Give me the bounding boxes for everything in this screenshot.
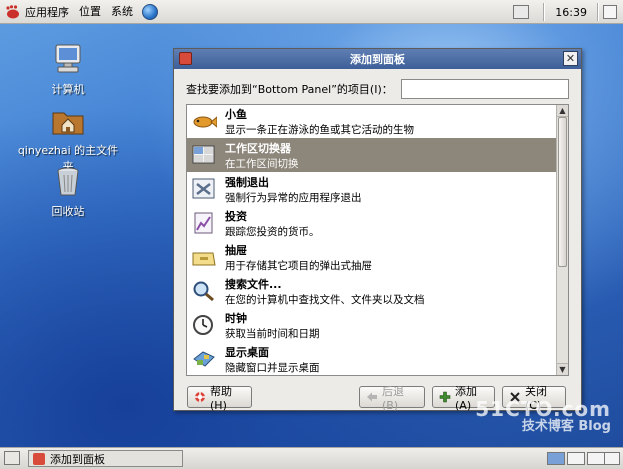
workspace-switcher-icon: [191, 143, 217, 167]
applet-list-items: 小鱼 显示一条正在游泳的鱼或其它活动的生物 工作区切换器 在工作区间切换 强制退…: [187, 105, 556, 375]
dialog-close-icon[interactable]: ✕: [563, 51, 578, 66]
list-item-show-desktop[interactable]: 显示桌面 隐藏窗口并显示桌面: [187, 342, 556, 375]
item-name: 时钟: [225, 311, 247, 325]
list-item-drawer[interactable]: 抽屉 用于存储其它项目的弹出式抽屉: [187, 240, 556, 274]
list-item-fish[interactable]: 小鱼 显示一条正在游泳的鱼或其它活动的生物: [187, 105, 556, 138]
gnome-foot-icon: [5, 4, 21, 19]
back-button[interactable]: 后退(B): [359, 385, 425, 412]
help-button-label: 帮助(H): [210, 384, 232, 412]
watermark: 51CTO.com 技术博客 Blog: [475, 397, 611, 436]
add-to-panel-dialog: 添加到面板 ✕ 查找要添加到“Bottom Panel”的项目(I)： 小鱼 显…: [173, 48, 582, 412]
item-desc: 用于存储其它项目的弹出式抽屉: [225, 259, 372, 272]
invest-chart-icon: [191, 211, 217, 235]
list-item-workspace-switcher[interactable]: 工作区切换器 在工作区间切换: [187, 138, 556, 172]
window-menu-icon[interactable]: [179, 52, 192, 65]
item-name: 投资: [225, 209, 247, 223]
home-folder-icon: [50, 103, 86, 139]
search-row: 查找要添加到“Bottom Panel”的项目(I)：: [186, 78, 569, 100]
web-browser-icon[interactable]: [142, 3, 158, 20]
item-name: 小鱼: [225, 108, 247, 121]
desktop-icon-label: 计算机: [51, 83, 85, 96]
clock-icon: [191, 313, 217, 337]
taskbar-button-add-to-panel[interactable]: 添加到面板: [28, 450, 183, 467]
item-desc: 跟踪您投资的货币。: [225, 225, 320, 238]
workspace-1[interactable]: [547, 452, 565, 465]
dialog-titlebar[interactable]: 添加到面板 ✕: [174, 49, 581, 69]
desktop-icon-computer[interactable]: 计算机: [13, 42, 123, 97]
back-arrow-icon: [366, 391, 378, 403]
item-name: 搜索文件...: [225, 277, 282, 291]
search-input[interactable]: [400, 79, 569, 99]
window-list-icon[interactable]: [603, 5, 617, 19]
applet-list: 小鱼 显示一条正在游泳的鱼或其它活动的生物 工作区切换器 在工作区间切换 强制退…: [186, 104, 569, 376]
desktop-icon-label: 回收站: [51, 205, 85, 218]
list-item-invest[interactable]: 投资 跟踪您投资的货币。: [187, 206, 556, 240]
trash-applet-icon[interactable]: [604, 452, 620, 465]
force-quit-icon: [191, 177, 217, 201]
search-label: 查找要添加到“Bottom Panel”的项目(I)：: [186, 83, 393, 96]
notification-tray-icon[interactable]: [513, 5, 530, 19]
fish-icon: [191, 110, 218, 134]
list-scrollbar[interactable]: ▲ ▼: [556, 105, 568, 375]
back-button-label: 后退(B): [382, 384, 404, 412]
bottom-panel: 添加到面板: [0, 447, 623, 469]
applications-menu-label: 应用程序: [25, 5, 69, 19]
desktop-icon-trash[interactable]: 回收站: [13, 164, 123, 219]
taskbar-button-label: 添加到面板: [50, 452, 105, 466]
show-desktop-icon: [191, 347, 217, 371]
search-icon: [191, 279, 217, 303]
item-desc: 强制行为异常的应用程序退出: [225, 191, 362, 204]
item-desc: 在您的计算机中查找文件、文件夹以及文档: [225, 293, 425, 306]
item-name: 抽屉: [225, 243, 247, 257]
item-desc: 隐藏窗口并显示桌面: [225, 361, 320, 374]
help-button[interactable]: 帮助(H): [187, 385, 252, 412]
watermark-line1: 51CTO.com: [475, 397, 611, 421]
list-item-clock[interactable]: 时钟 获取当前时间和日期: [187, 308, 556, 342]
item-name: 显示桌面: [225, 345, 269, 359]
computer-icon: [50, 42, 86, 78]
item-desc: 显示一条正在游泳的鱼或其它活动的生物: [225, 124, 414, 136]
top-panel: 应用程序 位置 系统 16:39: [0, 0, 623, 24]
applications-menu[interactable]: 应用程序: [0, 0, 74, 24]
trash-icon: [50, 164, 86, 200]
item-name: 强制退出: [225, 175, 269, 189]
panel-separator: [543, 3, 546, 21]
item-name: 工作区切换器: [225, 141, 291, 155]
item-desc: 在工作区间切换: [225, 157, 299, 170]
dialog-title: 添加到面板: [350, 53, 405, 66]
scroll-down-icon[interactable]: ▼: [557, 363, 568, 375]
scroll-thumb[interactable]: [558, 117, 567, 267]
help-lifebuoy-icon: [194, 391, 206, 403]
drawer-icon: [191, 245, 217, 269]
window-app-icon: [33, 452, 45, 465]
places-menu[interactable]: 位置: [74, 0, 106, 24]
add-plus-icon: [439, 391, 451, 403]
system-menu[interactable]: 系统: [106, 0, 138, 24]
scroll-up-icon[interactable]: ▲: [557, 105, 568, 117]
item-desc: 获取当前时间和日期: [225, 327, 320, 340]
workspace-2[interactable]: [567, 452, 585, 465]
panel-clock[interactable]: 16:39: [549, 6, 593, 19]
show-desktop-icon[interactable]: [4, 451, 20, 465]
list-item-force-quit[interactable]: 强制退出 强制行为异常的应用程序退出: [187, 172, 556, 206]
panel-separator: [597, 3, 599, 21]
list-item-search-files[interactable]: 搜索文件... 在您的计算机中查找文件、文件夹以及文档: [187, 274, 556, 308]
workspace-3[interactable]: [587, 452, 605, 465]
